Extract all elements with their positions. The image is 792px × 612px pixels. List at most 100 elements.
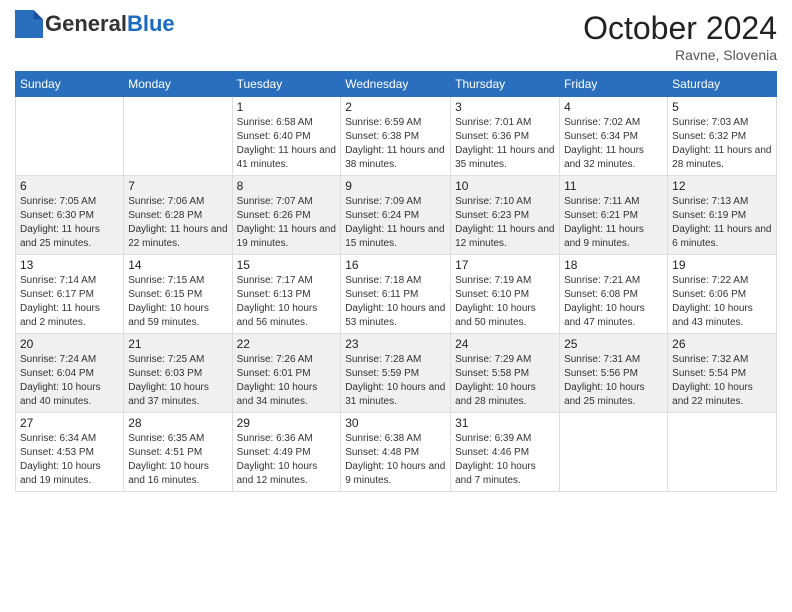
weekday-header-thursday: Thursday	[451, 72, 560, 97]
day-number: 27	[20, 416, 119, 430]
calendar-cell: 29 Sunrise: 6:36 AMSunset: 4:49 PMDayligh…	[232, 413, 341, 492]
day-info: Sunrise: 6:35 AMSunset: 4:51 PMDaylight:…	[128, 432, 227, 488]
calendar-cell: 7Sunrise: 7:06 AMSunset: 6:28 PMDaylight…	[124, 176, 232, 255]
calendar-cell	[668, 413, 777, 492]
calendar-cell	[124, 97, 232, 176]
page: GeneralBlue October 2024 Ravne, Slovenia…	[0, 0, 792, 612]
calendar-cell: 12 Sunrise: 7:13 AMSunset: 6:19 PMDayligh…	[668, 176, 777, 255]
weekday-header-friday: Friday	[560, 72, 668, 97]
day-number: 24	[455, 337, 555, 351]
calendar-cell: 31 Sunrise: 6:39 AMSunset: 4:46 PMDayligh…	[451, 413, 560, 492]
calendar-cell: 2 Sunrise: 6:59 AMSunset: 6:38 PMDaylight…	[341, 97, 451, 176]
calendar-cell: 13 Sunrise: 7:14 AMSunset: 6:17 PMDayligh…	[16, 255, 124, 334]
day-info: Sunrise: 7:21 AMSunset: 6:08 PMDaylight:…	[564, 274, 663, 330]
calendar-cell: 6 Sunrise: 7:05 AMSunset: 6:30 PMDaylight…	[16, 176, 124, 255]
day-info: Sunrise: 7:17 AMSunset: 6:13 PMDaylight:…	[237, 274, 337, 330]
day-number: 16	[345, 258, 446, 272]
day-info: Sunrise: 7:13 AMSunset: 6:19 PMDaylight:…	[672, 195, 772, 251]
calendar-cell: 28 Sunrise: 6:35 AMSunset: 4:51 PMDayligh…	[124, 413, 232, 492]
day-number: 18	[564, 258, 663, 272]
logo: GeneralBlue	[15, 10, 175, 38]
calendar-cell: 17Sunrise: 7:19 AMSunset: 6:10 PMDayligh…	[451, 255, 560, 334]
day-number: 6	[20, 179, 119, 193]
day-info: Sunrise: 7:02 AMSunset: 6:34 PMDaylight:…	[564, 116, 663, 172]
day-number: 4	[564, 100, 663, 114]
day-info: Sunrise: 7:01 AMSunset: 6:36 PMDaylight:…	[455, 116, 555, 172]
calendar-cell: 16 Sunrise: 7:18 AMSunset: 6:11 PMDayligh…	[341, 255, 451, 334]
day-number: 14	[128, 258, 227, 272]
calendar-cell: 5 Sunrise: 7:03 AMSunset: 6:32 PMDaylight…	[668, 97, 777, 176]
calendar-cell	[16, 97, 124, 176]
day-number: 7	[128, 179, 227, 193]
day-number: 2	[345, 100, 446, 114]
day-number: 31	[455, 416, 555, 430]
calendar-cell: 15 Sunrise: 7:17 AMSunset: 6:13 PMDayligh…	[232, 255, 341, 334]
day-number: 5	[672, 100, 772, 114]
day-info: Sunrise: 7:32 AMSunset: 5:54 PMDaylight:…	[672, 353, 772, 409]
day-number: 19	[672, 258, 772, 272]
day-info: Sunrise: 6:38 AMSunset: 4:48 PMDaylight:…	[345, 432, 446, 488]
weekday-header-wednesday: Wednesday	[341, 72, 451, 97]
day-info: Sunrise: 6:58 AMSunset: 6:40 PMDaylight:…	[237, 116, 337, 172]
day-info: Sunrise: 7:18 AMSunset: 6:11 PMDaylight:…	[345, 274, 446, 330]
calendar-cell	[560, 413, 668, 492]
logo-icon	[15, 10, 43, 38]
calendar-cell: 8 Sunrise: 7:07 AMSunset: 6:26 PMDaylight…	[232, 176, 341, 255]
logo-blue-text: Blue	[127, 11, 175, 37]
day-info: Sunrise: 7:09 AMSunset: 6:24 PMDaylight:…	[345, 195, 446, 251]
calendar-cell: 3 Sunrise: 7:01 AMSunset: 6:36 PMDaylight…	[451, 97, 560, 176]
week-row-5: 27 Sunrise: 6:34 AMSunset: 4:53 PMDayligh…	[16, 413, 777, 492]
weekday-header-sunday: Sunday	[16, 72, 124, 97]
calendar-cell: 11 Sunrise: 7:11 AMSunset: 6:21 PMDayligh…	[560, 176, 668, 255]
weekday-header-monday: Monday	[124, 72, 232, 97]
day-info: Sunrise: 7:22 AMSunset: 6:06 PMDaylight:…	[672, 274, 772, 330]
weekday-header-tuesday: Tuesday	[232, 72, 341, 97]
day-info: Sunrise: 7:29 AMSunset: 5:58 PMDaylight:…	[455, 353, 555, 409]
day-number: 28	[128, 416, 227, 430]
day-number: 21	[128, 337, 227, 351]
day-number: 25	[564, 337, 663, 351]
day-number: 1	[237, 100, 337, 114]
logo-general-text: General	[45, 11, 127, 37]
day-number: 12	[672, 179, 772, 193]
header: GeneralBlue October 2024 Ravne, Slovenia	[15, 10, 777, 63]
day-info: Sunrise: 7:25 AMSunset: 6:03 PMDaylight:…	[128, 353, 227, 409]
day-number: 29	[237, 416, 337, 430]
week-row-3: 13 Sunrise: 7:14 AMSunset: 6:17 PMDayligh…	[16, 255, 777, 334]
day-info: Sunrise: 7:07 AMSunset: 6:26 PMDaylight:…	[237, 195, 337, 251]
calendar-cell: 1 Sunrise: 6:58 AMSunset: 6:40 PMDaylight…	[232, 97, 341, 176]
day-info: Sunrise: 7:24 AMSunset: 6:04 PMDaylight:…	[20, 353, 119, 409]
day-number: 3	[455, 100, 555, 114]
day-info: Sunrise: 6:34 AMSunset: 4:53 PMDaylight:…	[20, 432, 119, 488]
calendar-cell: 25 Sunrise: 7:31 AMSunset: 5:56 PMDayligh…	[560, 334, 668, 413]
day-number: 15	[237, 258, 337, 272]
month-title: October 2024	[583, 10, 777, 47]
day-info: Sunrise: 6:39 AMSunset: 4:46 PMDaylight:…	[455, 432, 555, 488]
day-info: Sunrise: 7:28 AMSunset: 5:59 PMDaylight:…	[345, 353, 446, 409]
calendar-cell: 4 Sunrise: 7:02 AMSunset: 6:34 PMDaylight…	[560, 97, 668, 176]
calendar-cell: 10Sunrise: 7:10 AMSunset: 6:23 PMDayligh…	[451, 176, 560, 255]
logo-text: GeneralBlue	[15, 10, 175, 38]
day-info: Sunrise: 7:03 AMSunset: 6:32 PMDaylight:…	[672, 116, 772, 172]
day-number: 8	[237, 179, 337, 193]
day-info: Sunrise: 7:11 AMSunset: 6:21 PMDaylight:…	[564, 195, 663, 251]
week-row-1: 1 Sunrise: 6:58 AMSunset: 6:40 PMDaylight…	[16, 97, 777, 176]
day-info: Sunrise: 7:26 AMSunset: 6:01 PMDaylight:…	[237, 353, 337, 409]
day-number: 9	[345, 179, 446, 193]
day-number: 13	[20, 258, 119, 272]
day-number: 22	[237, 337, 337, 351]
weekday-header-saturday: Saturday	[668, 72, 777, 97]
week-row-4: 20Sunrise: 7:24 AMSunset: 6:04 PMDayligh…	[16, 334, 777, 413]
day-info: Sunrise: 7:05 AMSunset: 6:30 PMDaylight:…	[20, 195, 119, 251]
day-info: Sunrise: 7:31 AMSunset: 5:56 PMDaylight:…	[564, 353, 663, 409]
day-number: 23	[345, 337, 446, 351]
day-info: Sunrise: 7:14 AMSunset: 6:17 PMDaylight:…	[20, 274, 119, 330]
week-row-2: 6 Sunrise: 7:05 AMSunset: 6:30 PMDaylight…	[16, 176, 777, 255]
day-number: 11	[564, 179, 663, 193]
calendar-cell: 22 Sunrise: 7:26 AMSunset: 6:01 PMDayligh…	[232, 334, 341, 413]
calendar-cell: 27 Sunrise: 6:34 AMSunset: 4:53 PMDayligh…	[16, 413, 124, 492]
day-info: Sunrise: 6:36 AMSunset: 4:49 PMDaylight:…	[237, 432, 337, 488]
day-info: Sunrise: 6:59 AMSunset: 6:38 PMDaylight:…	[345, 116, 446, 172]
day-info: Sunrise: 7:15 AMSunset: 6:15 PMDaylight:…	[128, 274, 227, 330]
calendar-cell: 30Sunrise: 6:38 AMSunset: 4:48 PMDayligh…	[341, 413, 451, 492]
